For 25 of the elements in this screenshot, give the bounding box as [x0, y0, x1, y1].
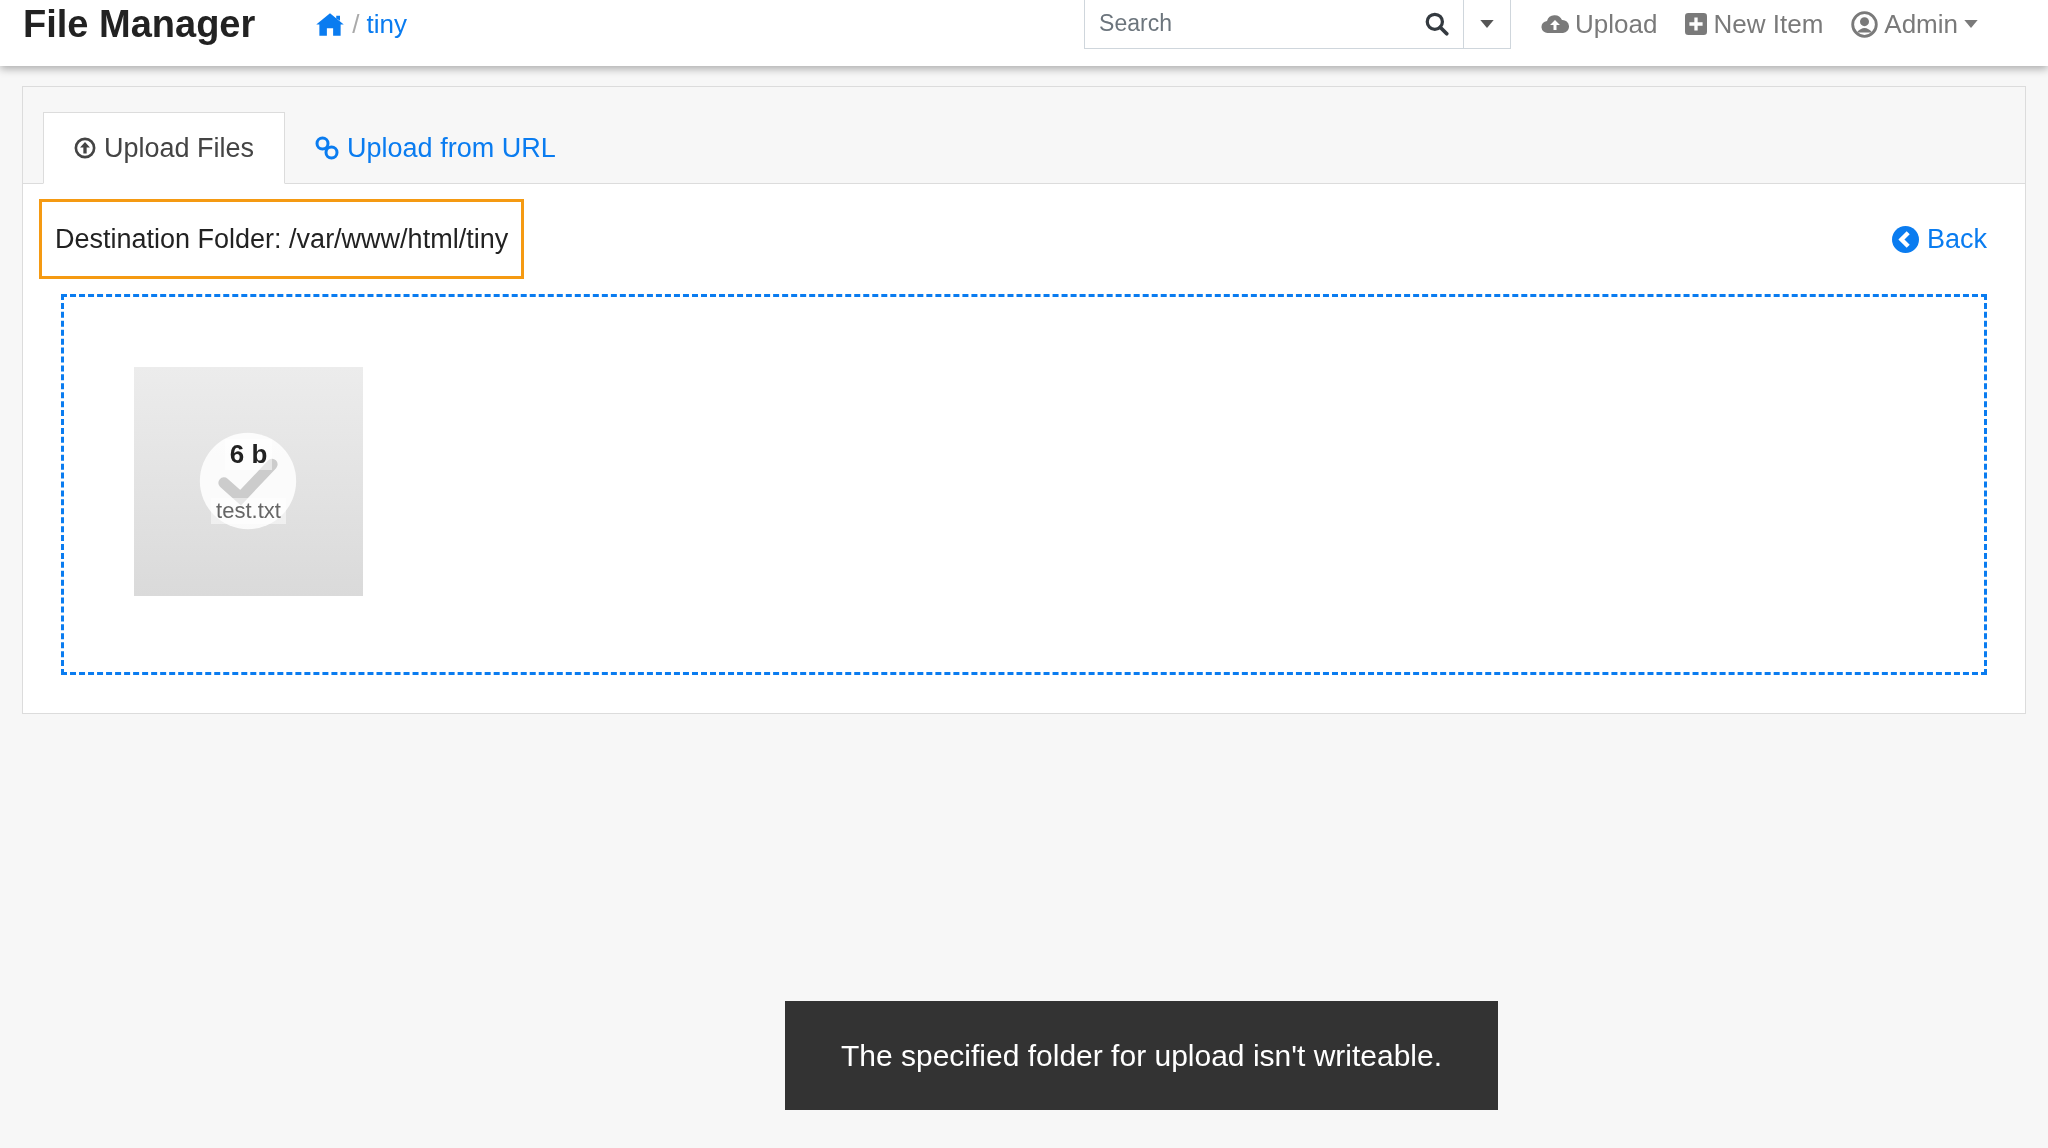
- upload-circle-icon: [74, 137, 96, 159]
- nav-link[interactable]: Upload: [1541, 8, 1658, 40]
- caret-icon: [1480, 19, 1495, 28]
- nav-link[interactable]: Admin: [1851, 8, 1978, 40]
- destination-folder-label: Destination Folder: /var/www/html/tiny: [39, 199, 525, 279]
- cloud-upload-icon: [1541, 14, 1570, 34]
- app-title: File Manager: [23, 2, 256, 46]
- user-icon: [1851, 10, 1879, 38]
- back-link[interactable]: Back: [1891, 223, 1987, 255]
- breadcrumb-separator: /: [352, 8, 360, 40]
- link-icon: [315, 136, 340, 160]
- nav-link[interactable]: New Item: [1685, 8, 1824, 40]
- plus-square-icon: [1685, 13, 1708, 35]
- search-options-button[interactable]: [1464, 0, 1512, 49]
- search-icon[interactable]: [1424, 10, 1451, 37]
- tab[interactable]: Upload Files: [43, 112, 286, 184]
- error-toast: The specified folder for upload isn't writeable.: [785, 1001, 1498, 1110]
- breadcrumb-link[interactable]: tiny: [366, 8, 407, 40]
- tab[interactable]: Upload from URL: [285, 112, 586, 184]
- search-field[interactable]: Search: [1084, 0, 1465, 49]
- caret-icon: [1964, 20, 1978, 28]
- drop-zone[interactable]: 6 b test.txt: [61, 294, 1987, 675]
- file-name: test.txt: [211, 498, 286, 524]
- back-circle-icon: [1891, 225, 1919, 253]
- home-icon[interactable]: [315, 11, 346, 37]
